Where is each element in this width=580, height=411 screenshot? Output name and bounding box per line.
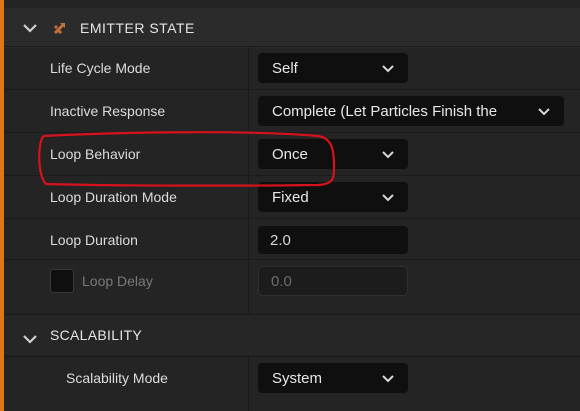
chevron-down-icon [380, 370, 396, 390]
life-cycle-mode-label: Life Cycle Mode [50, 60, 151, 76]
scalability-header[interactable]: SCALABILITY [4, 314, 580, 355]
row-scalability-mode: Scalability Mode System [4, 356, 580, 399]
inactive-response-dropdown[interactable]: Complete (Let Particles Finish the [258, 96, 564, 126]
emitter-state-header[interactable]: EMITTER STATE [4, 8, 580, 48]
chevron-down-icon [536, 103, 552, 123]
life-cycle-mode-dropdown[interactable]: Self [258, 53, 408, 83]
emitter-icon [52, 20, 68, 36]
scalability-title: SCALABILITY [50, 327, 143, 343]
loop-delay-value: 0.0 [271, 272, 292, 290]
loop-duration-label: Loop Duration [50, 232, 138, 248]
row-inactive-response: Inactive Response Complete (Let Particle… [4, 89, 580, 132]
row-loop-duration: Loop Duration 2.0 [4, 218, 580, 261]
chevron-down-icon[interactable] [22, 20, 38, 36]
loop-duration-mode-value: Fixed [272, 188, 309, 206]
loop-duration-mode-dropdown[interactable]: Fixed [258, 182, 408, 212]
inactive-response-value: Complete (Let Particles Finish the [272, 102, 498, 120]
scalability-mode-label: Scalability Mode [66, 370, 168, 386]
life-cycle-mode-value: Self [272, 59, 298, 77]
loop-delay-checkbox[interactable] [50, 269, 74, 293]
loop-delay-input[interactable]: 0.0 [258, 266, 408, 296]
loop-duration-mode-label: Loop Duration Mode [50, 189, 177, 205]
row-loop-behavior: Loop Behavior Once [4, 132, 580, 175]
chevron-down-icon [380, 189, 396, 209]
row-loop-delay: Loop Delay 0.0 [4, 259, 580, 302]
row-loop-duration-mode: Loop Duration Mode Fixed [4, 175, 580, 218]
scalability-mode-dropdown[interactable]: System [258, 363, 408, 393]
loop-delay-label: Loop Delay [82, 273, 153, 289]
emitter-state-title: EMITTER STATE [80, 20, 195, 36]
loop-behavior-value: Once [272, 145, 308, 163]
scalability-mode-value: System [272, 369, 323, 387]
loop-behavior-label: Loop Behavior [50, 146, 141, 162]
loop-duration-input[interactable]: 2.0 [258, 226, 408, 254]
emitter-properties-panel: EMITTER STATE Life Cycle Mode Self Inact… [0, 0, 580, 411]
loop-duration-value: 2.0 [270, 231, 291, 249]
chevron-down-icon [380, 60, 396, 80]
chevron-down-icon [380, 146, 396, 166]
loop-behavior-dropdown[interactable]: Once [258, 139, 408, 169]
inactive-response-label: Inactive Response [50, 103, 166, 119]
row-life-cycle-mode: Life Cycle Mode Self [4, 46, 580, 89]
chevron-down-icon[interactable] [22, 331, 38, 347]
